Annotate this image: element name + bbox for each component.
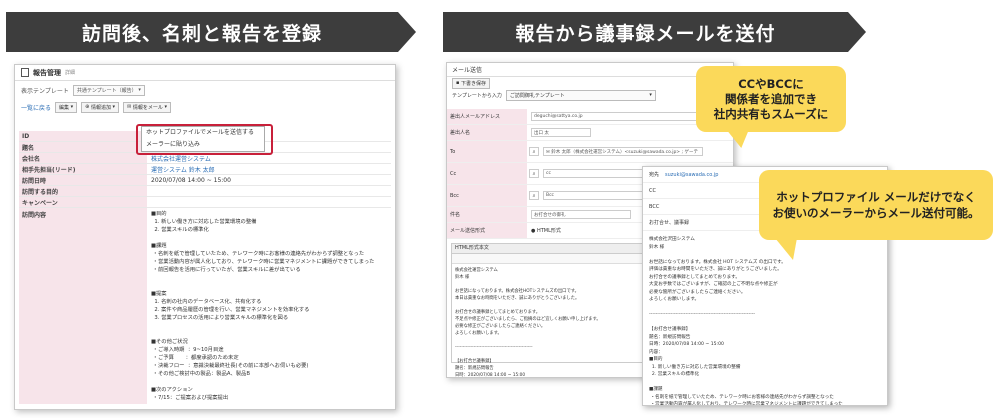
from-address-field[interactable]: deguchi@sattya.co.jp [531, 112, 711, 121]
to-address[interactable]: suzuki@sawada.co.jp [665, 172, 718, 178]
report-detail-screen: 報告管理 詳細 表示テンプレート 共通テンプレート（報告） ▾ 一覧に戻る 編集… [14, 64, 396, 410]
report-title: 報告管理 [33, 68, 61, 77]
banner-left: 訪問後、名刺と報告を登録 [6, 12, 416, 52]
plus-icon: ⊕ [85, 104, 90, 110]
mail-window-title: メール送信 [447, 63, 733, 77]
chevron-down-icon: ▾ [138, 87, 141, 93]
search-icon[interactable]: ⌕ [529, 191, 539, 200]
to-label: 宛先 [649, 172, 660, 178]
from-name-field[interactable]: 出口 太 [531, 128, 591, 137]
report-header: 報告管理 詳細 [15, 65, 395, 81]
preview-body-text: 株式会社沢田システム 鈴木 様 お世話になっております。株式会社 HOT システ… [649, 237, 843, 406]
search-icon[interactable]: ⌕ [529, 147, 539, 156]
report-fields: ID 題名 会社名 株式会社運営システム 相手先担当(リード) 運営システム 鈴木 … [19, 131, 391, 404]
visit-content-row: 訪問内容 ■目的 1. 新しい働き方に対応した営業環境の整備 2. 営業スキルの… [19, 208, 391, 404]
bcc-label[interactable]: BCC [649, 204, 659, 210]
edit-button[interactable]: 編集 ▾ [55, 101, 78, 113]
report-subtitle: 詳細 [65, 70, 76, 76]
preview-subject[interactable]: お打合せ、議事録 [649, 219, 689, 226]
document-icon [21, 68, 29, 77]
visit-content-text: ■目的 1. 新しい働き方に対応した営業環境の整備 2. 営業スキルの標準化 ■… [151, 211, 375, 401]
template-select[interactable]: 共通テンプレート（報告） ▾ [72, 84, 145, 96]
template-label: 表示テンプレート [21, 87, 69, 95]
save-draft-button[interactable]: ▪ 下書き保存 [452, 77, 490, 89]
field-row: 相手先担当(リード) 運営システム 鈴木 太郎 [19, 164, 391, 175]
chevron-down-icon: ▾ [649, 92, 652, 98]
to-field[interactable]: ✉ 鈴木 太郎（株式会社運営システム）<suzuki@sawada.co.jp>… [543, 147, 703, 156]
callout-mailer: ホットプロファイル メールだけでなく お使いのメーラーからメール送付可能。 [759, 170, 993, 240]
field-row: 訪問する目的 [19, 186, 391, 197]
menu-highlight-frame [136, 124, 273, 155]
mail-template-select[interactable]: ご訪問御礼テンプレート ▾ [505, 89, 656, 101]
mail-icon: ✉ [127, 104, 132, 110]
save-icon: ▪ [456, 80, 460, 86]
subject-field[interactable]: お打合せの御礼 [531, 210, 631, 219]
add-info-button[interactable]: ⊕ 情報追加 ▾ [81, 101, 120, 113]
contact-link[interactable]: 運営システム 鈴木 太郎 [147, 165, 215, 174]
field-row: 訪問日時 2020/07/08 14:00 ~ 15:00 [19, 175, 391, 186]
search-icon[interactable]: ⌕ [529, 169, 539, 178]
banner-right: 報告から議事録メールを送付 [443, 12, 866, 52]
template-input-label: テンプレートから入力 [452, 92, 502, 99]
back-to-list-link[interactable]: 一覧に戻る [21, 103, 51, 112]
mail-format-radio[interactable]: ● HTML形式 [531, 227, 561, 234]
send-mail-button[interactable]: ✉ 情報をメール ▾ [123, 101, 171, 113]
cc-label[interactable]: CC [649, 188, 656, 194]
callout-cc-bcc: CCやBCCに 関係者を追加でき 社内共有もスムーズに [696, 66, 846, 132]
field-row: キャンペーン [19, 197, 391, 208]
